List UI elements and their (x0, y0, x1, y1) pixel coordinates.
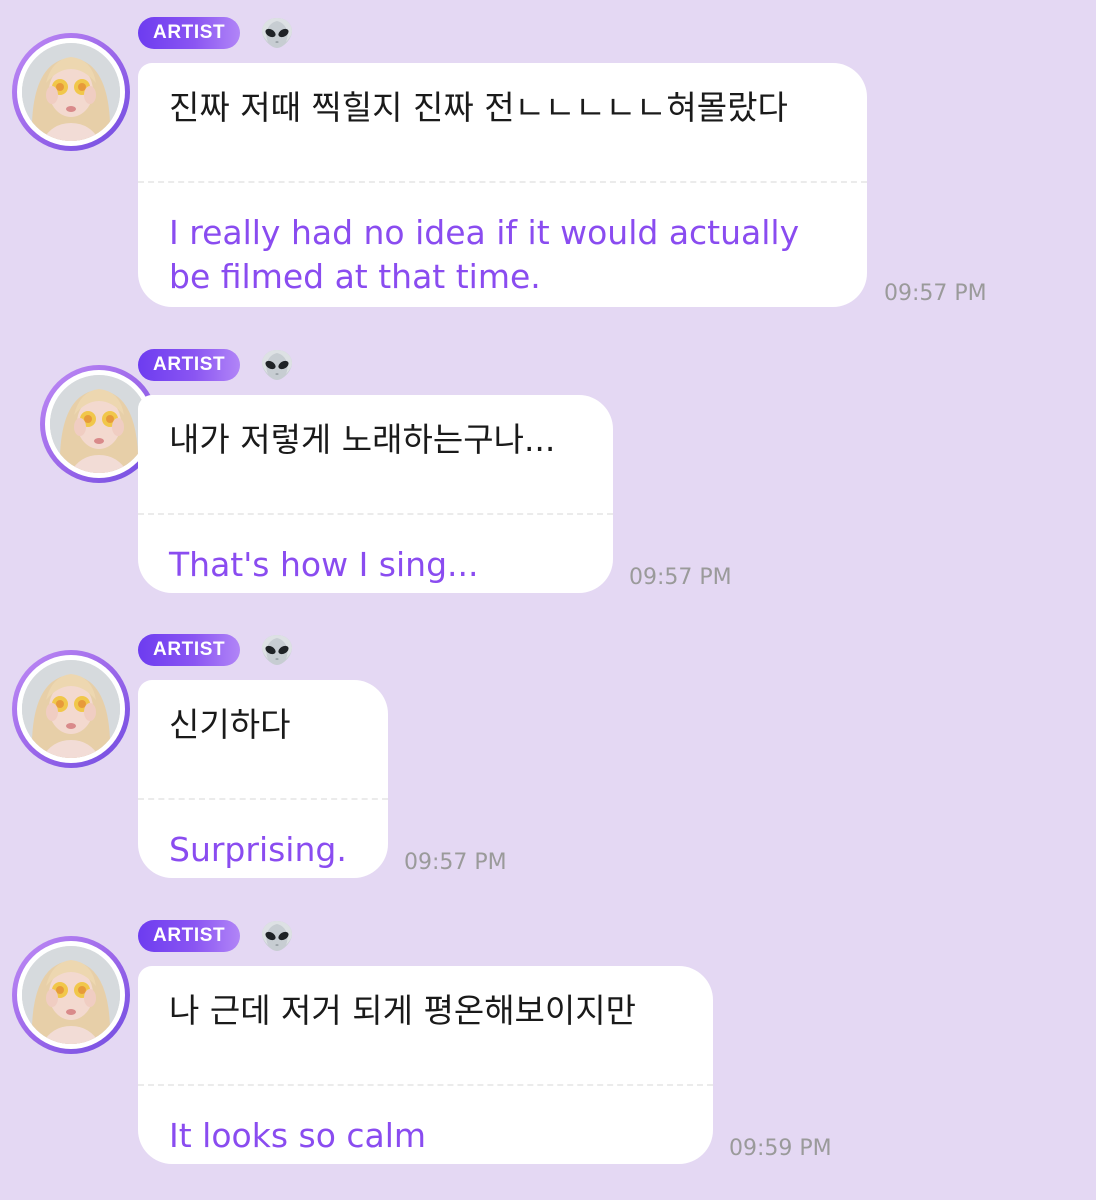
message-item: ARTIST 진짜 저때 찍힐지 진짜 전ㄴㄴㄴㄴㄴ혀몰랐다 I really … (0, 17, 1096, 317)
message-bubble[interactable]: 진짜 저때 찍힐지 진짜 전ㄴㄴㄴㄴㄴ혀몰랐다 I really had no … (138, 63, 867, 307)
translated-text: It looks so calm (138, 1086, 713, 1158)
artist-badge: ARTIST (138, 920, 241, 952)
translated-text: Surprising. (138, 800, 388, 872)
message-timestamp: 09:57 PM (884, 281, 987, 306)
original-text: 나 근데 저거 되게 평온해보이지만 (169, 991, 636, 1030)
avatar-photo (50, 375, 148, 473)
avatar-photo (22, 946, 120, 1044)
avatar-photo (22, 43, 120, 141)
message-item: ARTIST 내가 저렇게 노래하는구나... That's how I sin… (0, 349, 1096, 599)
alien-icon (260, 17, 294, 49)
translated-line: Surprising. (169, 830, 347, 869)
message-timestamp: 09:57 PM (629, 565, 732, 590)
translated-line: I really had no idea if it would actuall… (169, 213, 800, 252)
alien-icon (260, 920, 294, 952)
message-timestamp: 09:57 PM (404, 850, 507, 875)
message-bubble[interactable]: 신기하다 Surprising. (138, 680, 388, 878)
artist-badge: ARTIST (138, 17, 241, 49)
artist-avatar[interactable] (12, 33, 130, 151)
message-bubble[interactable]: 나 근데 저거 되게 평온해보이지만 It looks so calm (138, 966, 713, 1164)
translated-line: That's how I sing... (169, 545, 479, 584)
translated-line: It looks so calm (169, 1116, 427, 1155)
message-item: ARTIST 나 근데 저거 되게 평온해보이지만 It looks so ca… (0, 920, 1096, 1170)
message-timestamp: 09:59 PM (729, 1136, 832, 1161)
avatar-photo (22, 660, 120, 758)
artist-badge: ARTIST (138, 634, 241, 666)
artist-avatar[interactable] (12, 936, 130, 1054)
artist-avatar[interactable] (12, 650, 130, 768)
alien-icon (260, 634, 294, 666)
alien-icon (260, 349, 294, 381)
message-item: ARTIST 신기하다 Surprising. 09:57 PM (0, 634, 1096, 884)
original-text: 내가 저렇게 노래하는구나... (169, 420, 556, 459)
translated-text: That's how I sing... (138, 515, 613, 587)
original-text: 진짜 저때 찍힐지 진짜 전ㄴㄴㄴㄴㄴ혀몰랐다 (169, 88, 788, 127)
original-text: 신기하다 (169, 705, 291, 744)
message-bubble[interactable]: 내가 저렇게 노래하는구나... That's how I sing... (138, 395, 613, 593)
translated-line: be filmed at that time. (169, 257, 541, 296)
translated-text: I really had no idea if it would actuall… (138, 183, 867, 299)
artist-badge: ARTIST (138, 349, 241, 381)
